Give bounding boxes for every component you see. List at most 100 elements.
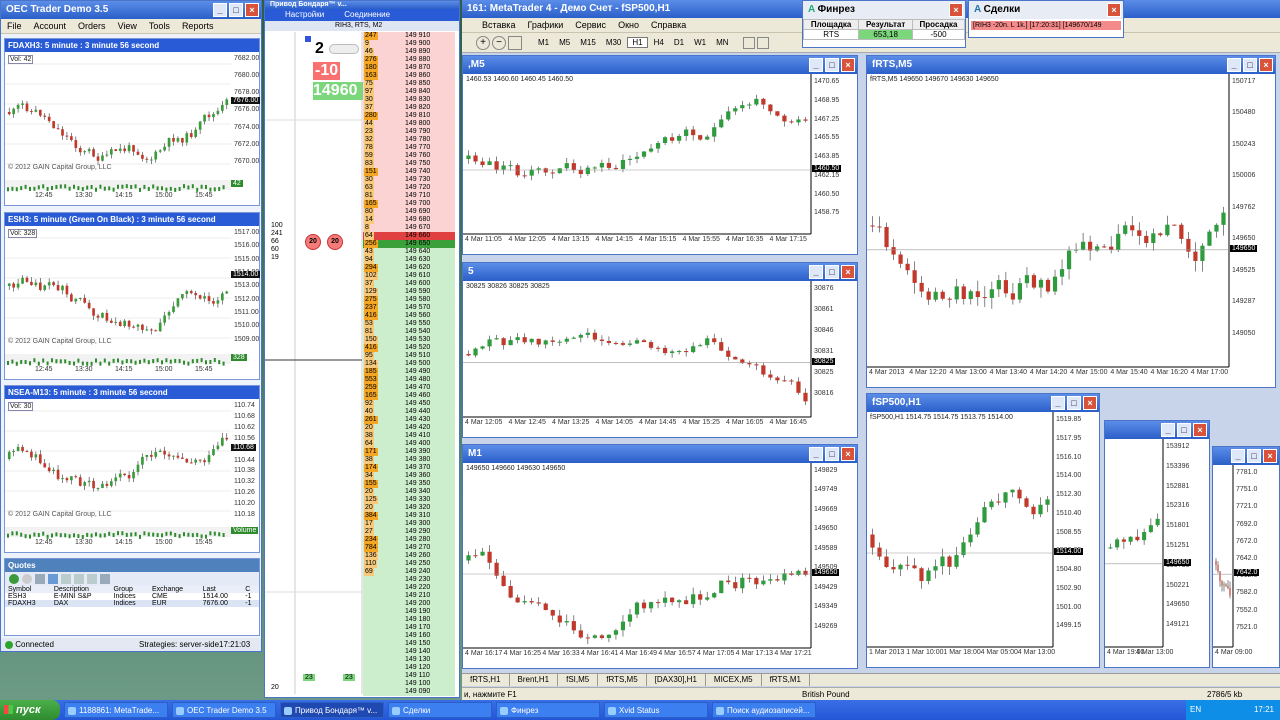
oec-title-bar[interactable]: OEC Trader Demo 3.5 _ □ × <box>1 1 261 19</box>
minimize-button[interactable]: _ <box>809 58 823 72</box>
chart-shift-icon[interactable] <box>508 35 522 50</box>
close-button[interactable]: × <box>841 265 855 279</box>
taskbar-item[interactable]: 1188861: MetaTrade... <box>64 702 168 718</box>
dom-row[interactable]: 149 150 <box>363 640 455 648</box>
maximize-button[interactable]: □ <box>825 447 839 461</box>
chart-tab[interactable]: Brent,H1 <box>510 674 559 686</box>
dom-row[interactable]: 129 149 590 <box>363 288 455 296</box>
minimize-button[interactable]: _ <box>809 265 823 279</box>
dom-row[interactable]: 38 149 380 <box>363 456 455 464</box>
menu-item[interactable]: Вставка <box>482 18 515 32</box>
menu-item[interactable]: Tools <box>149 19 170 33</box>
dom-row[interactable]: 44 149 800 <box>363 120 455 128</box>
dom-row[interactable]: 9 149 900 <box>363 40 455 48</box>
dom-row[interactable]: 149 100 <box>363 680 455 688</box>
col-header[interactable]: Description <box>51 586 111 593</box>
minimize-button[interactable]: _ <box>1051 396 1065 410</box>
dom-row[interactable]: 59 149 760 <box>363 152 455 160</box>
dom-row[interactable]: 134 149 500 <box>363 360 455 368</box>
settings-icon[interactable] <box>35 574 45 584</box>
taskbar-item[interactable]: Финрез <box>496 702 600 718</box>
cursor-tool-icon[interactable] <box>742 36 755 49</box>
mt4-chart-title-bar[interactable]: _ □ × <box>1213 447 1279 465</box>
dom-row[interactable]: 149 110 <box>363 672 455 680</box>
close-button[interactable]: × <box>1083 396 1097 410</box>
dom-row[interactable]: 125 149 330 <box>363 496 455 504</box>
dom-row[interactable]: 46 149 890 <box>363 48 455 56</box>
dom-row[interactable]: 165 149 700 <box>363 200 455 208</box>
close-button[interactable]: × <box>1259 58 1273 72</box>
col-header[interactable]: Exchange <box>149 586 200 593</box>
menu-item[interactable]: Справка <box>651 18 686 32</box>
dom-row[interactable]: 149 160 <box>363 632 455 640</box>
dom-row[interactable]: 102 149 610 <box>363 272 455 280</box>
minimize-button[interactable]: _ <box>1227 58 1241 72</box>
dom-row[interactable]: 78 149 770 <box>363 144 455 152</box>
menu-item[interactable]: Графики <box>527 18 563 32</box>
dom-row[interactable]: 95 149 510 <box>363 352 455 360</box>
dom-row[interactable]: 151 149 740 <box>363 168 455 176</box>
maximize-button[interactable]: □ <box>229 3 243 17</box>
close-button[interactable]: × <box>841 447 855 461</box>
dom-row[interactable]: 276 149 880 <box>363 56 455 64</box>
dom-row[interactable]: 553 149 480 <box>363 376 455 384</box>
taskbar-item[interactable]: Привод Бондаря™ v... <box>280 702 384 718</box>
mt4-chart-title-bar[interactable]: ,M5 _ □ × <box>463 56 857 74</box>
table-row[interactable]: FDAXH3 DAX Indices EUR 7676.00 -1 <box>5 600 259 607</box>
dom-row[interactable]: 416 149 560 <box>363 312 455 320</box>
dom-row[interactable]: 174 149 370 <box>363 464 455 472</box>
add-icon[interactable] <box>9 574 19 584</box>
dom-title-bar[interactable]: Привод Бондаря™ v... <box>265 1 459 9</box>
dom-row[interactable]: 8 149 670 <box>363 224 455 232</box>
dom-row[interactable]: 150 149 530 <box>363 336 455 344</box>
mt4-chart-title-bar[interactable]: fSP500,H1 _ □ × <box>867 394 1099 412</box>
dom-row[interactable]: 30 149 830 <box>363 96 455 104</box>
minimize-button[interactable]: _ <box>1231 449 1245 463</box>
dom-row[interactable]: 163 149 860 <box>363 72 455 80</box>
timeframe-button[interactable]: M1 <box>534 38 553 47</box>
taskbar-item[interactable]: Поиск аудиозаписей... <box>712 702 816 718</box>
dom-row[interactable]: 81 149 710 <box>363 192 455 200</box>
maximize-button[interactable]: □ <box>1243 58 1257 72</box>
remove-icon[interactable] <box>22 574 32 584</box>
dom-row[interactable]: 40 149 440 <box>363 408 455 416</box>
dom-row[interactable]: 81 149 540 <box>363 328 455 336</box>
taskbar-item[interactable]: Сделки <box>388 702 492 718</box>
timeframe-button[interactable]: MN <box>712 38 732 47</box>
menu-item[interactable]: Account <box>34 19 67 33</box>
dom-row[interactable]: 234 149 280 <box>363 536 455 544</box>
dom-row[interactable]: 80 149 690 <box>363 208 455 216</box>
mt4-chart-title-bar[interactable]: fRTS,M5 _ □ × <box>867 56 1275 74</box>
mt4-chart-title-bar[interactable]: _ □ × <box>1105 421 1209 439</box>
dom-row[interactable]: 136 149 260 <box>363 552 455 560</box>
menu-item[interactable]: Соединение <box>344 9 390 21</box>
close-button[interactable]: × <box>1263 449 1277 463</box>
dom-row[interactable]: 149 120 <box>363 664 455 672</box>
timeframe-button[interactable]: M5 <box>555 38 574 47</box>
dom-row[interactable]: 92 149 450 <box>363 400 455 408</box>
menu-item[interactable]: Окно <box>618 18 639 32</box>
dom-row[interactable]: 784 149 270 <box>363 544 455 552</box>
undo-icon[interactable] <box>61 574 71 584</box>
dom-row[interactable]: 63 149 720 <box>363 184 455 192</box>
col-header[interactable]: Symbol <box>5 586 51 593</box>
dom-row[interactable]: 256 149 650 <box>363 240 455 248</box>
up-arrow-icon[interactable] <box>74 574 84 584</box>
timeframe-button[interactable]: M15 <box>576 38 600 47</box>
taskbar-item[interactable]: OEC Trader Demo 3.5 <box>172 702 276 718</box>
mt4-chart-title-bar[interactable]: M1 _ □ × <box>463 445 857 463</box>
menu-item[interactable]: View <box>118 19 137 33</box>
dom-row[interactable]: 27 149 290 <box>363 528 455 536</box>
dom-row[interactable]: 37 149 820 <box>363 104 455 112</box>
zoom-out-icon[interactable]: − <box>492 35 506 50</box>
menu-item[interactable]: Сервис <box>575 18 606 32</box>
dom-row[interactable]: 149 180 <box>363 616 455 624</box>
dom-row[interactable]: 20 149 340 <box>363 488 455 496</box>
language-indicator[interactable]: EN <box>1190 700 1201 720</box>
dom-row[interactable]: 294 149 620 <box>363 264 455 272</box>
dom-row[interactable]: 259 149 470 <box>363 384 455 392</box>
maximize-button[interactable]: □ <box>1177 423 1191 437</box>
dom-row[interactable]: 149 220 <box>363 584 455 592</box>
dom-row[interactable]: 53 149 550 <box>363 320 455 328</box>
timeframe-button[interactable]: H4 <box>650 38 668 47</box>
